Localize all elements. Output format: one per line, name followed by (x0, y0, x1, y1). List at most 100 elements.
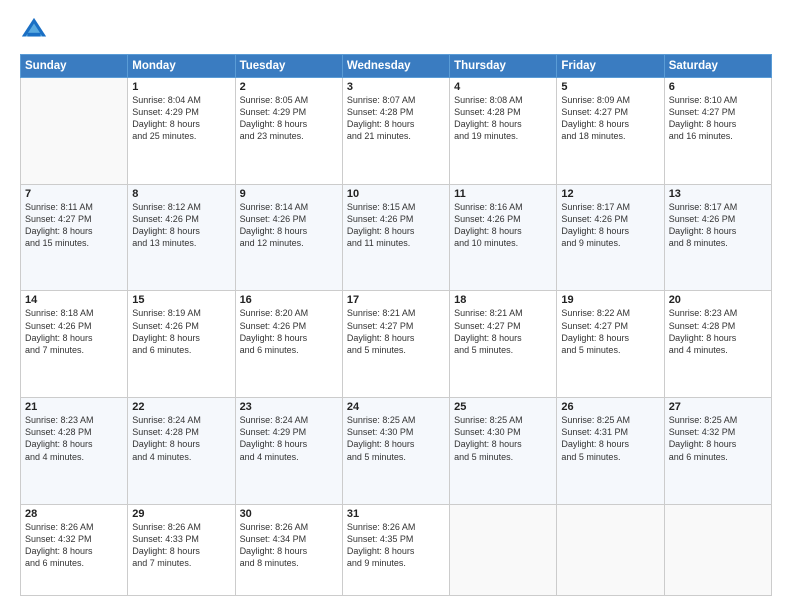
calendar-table: SundayMondayTuesdayWednesdayThursdayFrid… (20, 54, 772, 596)
day-number: 22 (132, 401, 230, 413)
day-info: Sunrise: 8:21 AM Sunset: 4:27 PM Dayligh… (347, 307, 445, 356)
calendar-cell: 18Sunrise: 8:21 AM Sunset: 4:27 PM Dayli… (450, 291, 557, 398)
day-number: 4 (454, 81, 552, 93)
calendar-cell: 19Sunrise: 8:22 AM Sunset: 4:27 PM Dayli… (557, 291, 664, 398)
day-number: 30 (240, 508, 338, 520)
calendar-week-row: 7Sunrise: 8:11 AM Sunset: 4:27 PM Daylig… (21, 184, 772, 291)
day-number: 16 (240, 294, 338, 306)
weekday-header-monday: Monday (128, 55, 235, 78)
day-info: Sunrise: 8:10 AM Sunset: 4:27 PM Dayligh… (669, 94, 767, 143)
calendar-cell: 21Sunrise: 8:23 AM Sunset: 4:28 PM Dayli… (21, 398, 128, 505)
day-number: 17 (347, 294, 445, 306)
weekday-header-sunday: Sunday (21, 55, 128, 78)
day-number: 25 (454, 401, 552, 413)
calendar-cell: 26Sunrise: 8:25 AM Sunset: 4:31 PM Dayli… (557, 398, 664, 505)
logo (20, 16, 52, 44)
calendar-cell: 20Sunrise: 8:23 AM Sunset: 4:28 PM Dayli… (664, 291, 771, 398)
calendar-cell: 1Sunrise: 8:04 AM Sunset: 4:29 PM Daylig… (128, 78, 235, 185)
logo-icon (20, 16, 48, 44)
day-info: Sunrise: 8:23 AM Sunset: 4:28 PM Dayligh… (669, 307, 767, 356)
day-info: Sunrise: 8:09 AM Sunset: 4:27 PM Dayligh… (561, 94, 659, 143)
day-number: 6 (669, 81, 767, 93)
calendar-cell: 29Sunrise: 8:26 AM Sunset: 4:33 PM Dayli… (128, 504, 235, 595)
calendar-week-row: 21Sunrise: 8:23 AM Sunset: 4:28 PM Dayli… (21, 398, 772, 505)
day-number: 9 (240, 188, 338, 200)
day-number: 13 (669, 188, 767, 200)
weekday-header-saturday: Saturday (664, 55, 771, 78)
calendar-cell: 16Sunrise: 8:20 AM Sunset: 4:26 PM Dayli… (235, 291, 342, 398)
calendar-cell: 6Sunrise: 8:10 AM Sunset: 4:27 PM Daylig… (664, 78, 771, 185)
calendar-cell: 5Sunrise: 8:09 AM Sunset: 4:27 PM Daylig… (557, 78, 664, 185)
calendar-cell: 27Sunrise: 8:25 AM Sunset: 4:32 PM Dayli… (664, 398, 771, 505)
weekday-header-tuesday: Tuesday (235, 55, 342, 78)
day-number: 23 (240, 401, 338, 413)
calendar-cell: 25Sunrise: 8:25 AM Sunset: 4:30 PM Dayli… (450, 398, 557, 505)
calendar-cell: 2Sunrise: 8:05 AM Sunset: 4:29 PM Daylig… (235, 78, 342, 185)
calendar-cell: 8Sunrise: 8:12 AM Sunset: 4:26 PM Daylig… (128, 184, 235, 291)
calendar-cell: 28Sunrise: 8:26 AM Sunset: 4:32 PM Dayli… (21, 504, 128, 595)
page: SundayMondayTuesdayWednesdayThursdayFrid… (0, 0, 792, 612)
day-number: 24 (347, 401, 445, 413)
calendar-cell: 4Sunrise: 8:08 AM Sunset: 4:28 PM Daylig… (450, 78, 557, 185)
calendar-week-row: 1Sunrise: 8:04 AM Sunset: 4:29 PM Daylig… (21, 78, 772, 185)
calendar-cell: 17Sunrise: 8:21 AM Sunset: 4:27 PM Dayli… (342, 291, 449, 398)
day-number: 3 (347, 81, 445, 93)
calendar-cell: 12Sunrise: 8:17 AM Sunset: 4:26 PM Dayli… (557, 184, 664, 291)
day-info: Sunrise: 8:26 AM Sunset: 4:32 PM Dayligh… (25, 521, 123, 570)
calendar-cell: 10Sunrise: 8:15 AM Sunset: 4:26 PM Dayli… (342, 184, 449, 291)
day-number: 20 (669, 294, 767, 306)
day-number: 5 (561, 81, 659, 93)
calendar-cell: 7Sunrise: 8:11 AM Sunset: 4:27 PM Daylig… (21, 184, 128, 291)
day-number: 10 (347, 188, 445, 200)
calendar-cell: 15Sunrise: 8:19 AM Sunset: 4:26 PM Dayli… (128, 291, 235, 398)
day-info: Sunrise: 8:22 AM Sunset: 4:27 PM Dayligh… (561, 307, 659, 356)
day-number: 28 (25, 508, 123, 520)
day-info: Sunrise: 8:20 AM Sunset: 4:26 PM Dayligh… (240, 307, 338, 356)
day-number: 29 (132, 508, 230, 520)
weekday-header-row: SundayMondayTuesdayWednesdayThursdayFrid… (21, 55, 772, 78)
day-info: Sunrise: 8:12 AM Sunset: 4:26 PM Dayligh… (132, 201, 230, 250)
day-number: 26 (561, 401, 659, 413)
day-info: Sunrise: 8:18 AM Sunset: 4:26 PM Dayligh… (25, 307, 123, 356)
day-number: 8 (132, 188, 230, 200)
calendar-cell (21, 78, 128, 185)
calendar-cell: 9Sunrise: 8:14 AM Sunset: 4:26 PM Daylig… (235, 184, 342, 291)
weekday-header-wednesday: Wednesday (342, 55, 449, 78)
day-number: 1 (132, 81, 230, 93)
calendar-cell (450, 504, 557, 595)
calendar-cell: 11Sunrise: 8:16 AM Sunset: 4:26 PM Dayli… (450, 184, 557, 291)
calendar-cell: 3Sunrise: 8:07 AM Sunset: 4:28 PM Daylig… (342, 78, 449, 185)
day-info: Sunrise: 8:17 AM Sunset: 4:26 PM Dayligh… (669, 201, 767, 250)
calendar-cell: 13Sunrise: 8:17 AM Sunset: 4:26 PM Dayli… (664, 184, 771, 291)
weekday-header-friday: Friday (557, 55, 664, 78)
calendar-cell: 23Sunrise: 8:24 AM Sunset: 4:29 PM Dayli… (235, 398, 342, 505)
day-info: Sunrise: 8:14 AM Sunset: 4:26 PM Dayligh… (240, 201, 338, 250)
day-info: Sunrise: 8:11 AM Sunset: 4:27 PM Dayligh… (25, 201, 123, 250)
day-info: Sunrise: 8:19 AM Sunset: 4:26 PM Dayligh… (132, 307, 230, 356)
calendar-cell: 22Sunrise: 8:24 AM Sunset: 4:28 PM Dayli… (128, 398, 235, 505)
calendar-cell (664, 504, 771, 595)
day-info: Sunrise: 8:24 AM Sunset: 4:28 PM Dayligh… (132, 414, 230, 463)
day-number: 12 (561, 188, 659, 200)
calendar-cell: 24Sunrise: 8:25 AM Sunset: 4:30 PM Dayli… (342, 398, 449, 505)
day-number: 27 (669, 401, 767, 413)
day-number: 31 (347, 508, 445, 520)
day-info: Sunrise: 8:26 AM Sunset: 4:33 PM Dayligh… (132, 521, 230, 570)
calendar-cell: 30Sunrise: 8:26 AM Sunset: 4:34 PM Dayli… (235, 504, 342, 595)
day-number: 14 (25, 294, 123, 306)
calendar-cell (557, 504, 664, 595)
day-number: 15 (132, 294, 230, 306)
day-info: Sunrise: 8:25 AM Sunset: 4:32 PM Dayligh… (669, 414, 767, 463)
day-number: 21 (25, 401, 123, 413)
weekday-header-thursday: Thursday (450, 55, 557, 78)
day-info: Sunrise: 8:08 AM Sunset: 4:28 PM Dayligh… (454, 94, 552, 143)
day-info: Sunrise: 8:07 AM Sunset: 4:28 PM Dayligh… (347, 94, 445, 143)
day-info: Sunrise: 8:17 AM Sunset: 4:26 PM Dayligh… (561, 201, 659, 250)
day-info: Sunrise: 8:25 AM Sunset: 4:30 PM Dayligh… (454, 414, 552, 463)
calendar-cell: 14Sunrise: 8:18 AM Sunset: 4:26 PM Dayli… (21, 291, 128, 398)
day-info: Sunrise: 8:25 AM Sunset: 4:30 PM Dayligh… (347, 414, 445, 463)
day-info: Sunrise: 8:04 AM Sunset: 4:29 PM Dayligh… (132, 94, 230, 143)
day-number: 18 (454, 294, 552, 306)
day-number: 19 (561, 294, 659, 306)
day-number: 2 (240, 81, 338, 93)
